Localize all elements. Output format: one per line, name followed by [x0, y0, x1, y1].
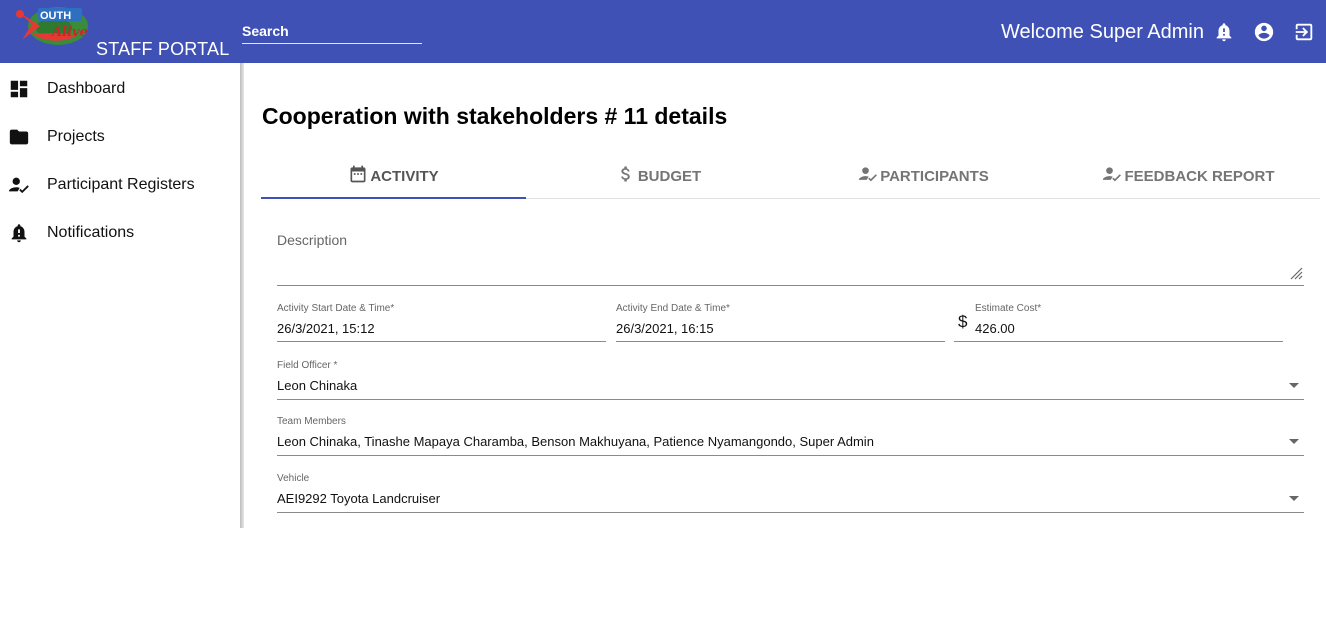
sidebar-item-participant-registers[interactable]: Participant Registers	[0, 163, 240, 203]
field-underline	[616, 341, 945, 342]
field-officer-label: Field Officer *	[277, 360, 338, 371]
svg-text:Alive: Alive	[50, 25, 88, 40]
field-underline	[277, 399, 1304, 400]
vehicle-label: Vehicle	[277, 473, 310, 484]
field-officer-select[interactable]: Field Officer * Leon Chinaka	[277, 360, 1304, 400]
field-underline	[954, 341, 1283, 342]
chevron-down-icon[interactable]	[1288, 438, 1300, 446]
team-members-value: Leon Chinaka, Tinashe Mapaya Charamba, B…	[277, 434, 874, 449]
logout-icon[interactable]	[1293, 21, 1315, 43]
chevron-down-icon[interactable]	[1288, 382, 1300, 390]
end-datetime-value: 26/3/2021, 16:15	[616, 321, 714, 336]
estimate-cost-value: 426.00	[975, 321, 1015, 336]
welcome-message: Welcome Super Admin	[1000, 21, 1204, 43]
bell-icon[interactable]	[1213, 21, 1235, 43]
field-underline	[277, 341, 606, 342]
dashboard-icon	[10, 80, 28, 98]
start-datetime-value: 26/3/2021, 15:12	[277, 321, 375, 336]
field-underline	[277, 455, 1304, 456]
bell-icon	[11, 224, 27, 243]
folder-icon	[9, 129, 29, 145]
tab-label: ACTIVITY	[370, 168, 439, 185]
page-title: Cooperation with stakeholders # 11 detai…	[262, 103, 728, 129]
sidebar-item-label: Projects	[47, 128, 105, 145]
search-box[interactable]	[242, 20, 422, 44]
start-datetime-label: Activity Start Date & Time*	[277, 303, 395, 314]
sidebar: Dashboard Projects Participant Registers…	[0, 63, 240, 528]
description-field[interactable]	[277, 250, 1304, 286]
person-check-icon	[8, 177, 29, 194]
search-input[interactable]	[242, 20, 422, 42]
sidebar-item-label: Notifications	[47, 224, 135, 241]
sidebar-item-label: Dashboard	[47, 80, 126, 97]
dollar-icon	[621, 166, 630, 182]
resize-handle-icon[interactable]	[1289, 266, 1303, 280]
start-datetime-field[interactable]: Activity Start Date & Time* 26/3/2021, 1…	[277, 303, 606, 343]
field-officer-value: Leon Chinaka	[277, 378, 358, 393]
calendar-icon	[350, 165, 366, 183]
tab-bar: ACTIVITY BUDGET PARTICIPANTS FEEDBACK RE…	[261, 152, 1320, 199]
team-members-label: Team Members	[277, 416, 346, 427]
chevron-down-icon[interactable]	[1288, 495, 1300, 503]
sidebar-item-projects[interactable]: Projects	[0, 115, 240, 155]
sidebar-divider	[240, 63, 244, 528]
estimate-cost-label: Estimate Cost*	[975, 303, 1042, 314]
portal-title: STAFF PORTAL	[96, 39, 230, 59]
description-label: Description	[277, 232, 348, 248]
top-app-bar: OUTH Alive STAFF PORTAL Welcome Super Ad…	[0, 0, 1326, 63]
tab-participants[interactable]: PARTICIPANTS	[791, 152, 1056, 198]
team-members-select[interactable]: Team Members Leon Chinaka, Tinashe Mapay…	[277, 416, 1304, 456]
youth-alive-logo[interactable]: OUTH Alive	[10, 2, 94, 48]
field-underline	[277, 512, 1304, 513]
end-datetime-field[interactable]: Activity End Date & Time* 26/3/2021, 16:…	[616, 303, 945, 343]
tab-activity[interactable]: ACTIVITY	[261, 152, 526, 199]
vehicle-select[interactable]: Vehicle AEI9292 Toyota Landcruiser	[277, 473, 1304, 513]
tab-label: BUDGET	[637, 168, 702, 185]
tab-label: FEEDBACK REPORT	[1124, 168, 1275, 185]
svg-text:OUTH: OUTH	[40, 10, 71, 22]
person-check-icon	[1103, 167, 1122, 182]
tab-feedback-report[interactable]: FEEDBACK REPORT	[1056, 152, 1321, 198]
sidebar-item-notifications[interactable]: Notifications	[0, 211, 240, 251]
tab-budget[interactable]: BUDGET	[526, 152, 791, 198]
sidebar-item-dashboard[interactable]: Dashboard	[0, 67, 240, 107]
tab-label: PARTICIPANTS	[880, 168, 989, 185]
sidebar-item-label: Participant Registers	[47, 176, 195, 193]
estimate-cost-field[interactable]: Estimate Cost* 426.00	[954, 303, 1283, 343]
account-circle-icon[interactable]	[1253, 21, 1275, 43]
end-datetime-label: Activity End Date & Time*	[616, 303, 730, 314]
person-check-icon	[859, 167, 878, 182]
vehicle-value: AEI9292 Toyota Landcruiser	[277, 491, 441, 506]
